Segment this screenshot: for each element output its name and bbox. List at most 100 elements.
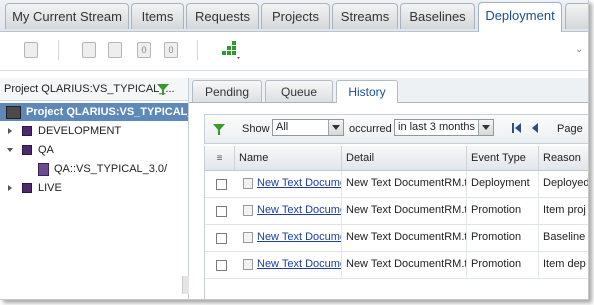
tab-requests[interactable]: Requests xyxy=(186,3,259,29)
select-all-column[interactable]: ≡ xyxy=(205,146,235,170)
tab-overflow[interactable] xyxy=(565,3,588,29)
tree-item-label: LIVE xyxy=(38,182,62,194)
count-icon[interactable]: 0 xyxy=(164,42,178,58)
tree-item-label: Project QLARIUS:VS_TYPICAL_3. xyxy=(26,106,203,118)
tab-history[interactable]: History xyxy=(336,80,398,103)
cell-event-type: Deployment xyxy=(467,171,539,197)
page-label: Page xyxy=(557,123,583,135)
tree-scrollbar[interactable] xyxy=(182,276,189,294)
toolbar: 0 0 ⌄ xyxy=(0,32,588,71)
project-icon xyxy=(6,106,21,119)
tab-streams[interactable]: Streams xyxy=(332,3,398,29)
tab-deployment[interactable]: Deployment xyxy=(478,2,562,32)
cell-reason: Item dep xyxy=(543,258,586,270)
stream-icon xyxy=(22,183,32,193)
tree-item-qa[interactable]: QA xyxy=(0,141,188,159)
tab-projects[interactable]: Projects xyxy=(261,3,330,29)
history-filter-bar: Show All occurred in last 3 months Page xyxy=(204,114,588,144)
tree-item-project[interactable]: Project QLARIUS:VS_TYPICAL_3. xyxy=(0,103,203,121)
document-icon xyxy=(243,232,253,243)
table-header: ≡ Name Detail Event Type Reason xyxy=(205,146,588,171)
cell-reason: Baseline xyxy=(543,231,586,243)
occurred-select[interactable]: in last 3 months xyxy=(394,119,494,136)
expand-icon[interactable] xyxy=(8,128,12,134)
cell-event-type: Promotion xyxy=(467,198,539,224)
cell-detail: New Text DocumentRM.txt;3 xyxy=(342,171,467,197)
occurred-label: occurred xyxy=(349,123,392,135)
tree-item-development[interactable]: DEVELOPMENT xyxy=(0,122,188,140)
column-header-detail[interactable]: Detail xyxy=(342,146,467,170)
stream-icon xyxy=(22,126,32,136)
app-window: My Current Stream Items Requests Project… xyxy=(0,0,589,300)
tree-item-qa-workspace[interactable]: QA::VS_TYPICAL_3.0/ xyxy=(0,160,188,178)
tab-my-current-stream[interactable]: My Current Stream xyxy=(5,3,129,29)
deployment-subtabs: Pending Queue History xyxy=(189,78,588,103)
cell-event-type: Promotion xyxy=(467,225,539,251)
tree-panel-header: Project QLARIUS:VS_TYPICAL_... xyxy=(0,78,188,101)
cell-reason: Deployed xyxy=(543,177,589,189)
item-link[interactable]: New Text Document xyxy=(257,204,341,216)
sort-icon: ≡ xyxy=(216,153,223,164)
occurred-select-value: in last 3 months xyxy=(398,121,476,133)
tree-item-label: DEVELOPMENT xyxy=(38,125,122,137)
toolbar-separator xyxy=(58,40,59,60)
document-icon xyxy=(243,205,253,216)
row-checkbox[interactable] xyxy=(216,206,227,217)
cell-reason: Item proj xyxy=(543,204,586,216)
item-link[interactable]: New Text Document xyxy=(257,258,341,270)
toolbar-separator xyxy=(197,40,198,60)
tab-items[interactable]: Items xyxy=(131,3,184,29)
first-page-icon-arrow[interactable] xyxy=(515,123,521,133)
tree-item-live[interactable]: LIVE xyxy=(0,179,188,197)
history-table: ≡ Name Detail Event Type Reason New Text… xyxy=(204,146,589,299)
table-row[interactable]: New Text Document New Text DocumentRM.tx… xyxy=(205,198,588,225)
expand-icon[interactable] xyxy=(8,185,12,191)
filter-icon[interactable] xyxy=(213,124,225,135)
collapse-icon[interactable] xyxy=(7,148,13,152)
stream-icon xyxy=(22,145,32,155)
stream-tree-panel: Project QLARIUS:VS_TYPICAL_... Project Q… xyxy=(0,78,203,299)
cell-event-type: Promotion xyxy=(467,252,539,278)
tab-pending[interactable]: Pending xyxy=(192,80,262,102)
main-tab-bar: My Current Stream Items Requests Project… xyxy=(0,0,588,32)
promote-icon[interactable] xyxy=(82,42,96,58)
cell-detail: New Text DocumentRM.txt;2 xyxy=(342,225,467,251)
tree-item-label: QA xyxy=(38,144,54,156)
cell-detail: New Text DocumentRM.txt;1 xyxy=(342,252,467,278)
count-icon[interactable]: 0 xyxy=(137,42,151,58)
prev-page-icon[interactable] xyxy=(532,123,538,133)
filter-icon[interactable] xyxy=(157,84,169,95)
stream-tree-icon[interactable] xyxy=(219,40,241,62)
column-header-event-type[interactable]: Event Type xyxy=(467,146,539,170)
row-checkbox[interactable] xyxy=(216,260,227,271)
column-header-name[interactable]: Name xyxy=(235,146,342,170)
tree-panel-title: Project QLARIUS:VS_TYPICAL_... xyxy=(4,83,175,95)
deploy-icon[interactable] xyxy=(24,42,38,58)
chevron-down-icon xyxy=(328,120,343,135)
show-label: Show xyxy=(242,123,270,135)
item-link[interactable]: New Text Document xyxy=(257,177,341,189)
tree-item-label: QA::VS_TYPICAL_3.0/ xyxy=(54,163,168,175)
tab-queue[interactable]: Queue xyxy=(265,80,333,102)
demote-icon[interactable] xyxy=(108,42,122,58)
column-header-reason[interactable]: Reason xyxy=(539,146,588,170)
workspace-icon xyxy=(38,163,49,176)
table-row[interactable]: New Text Document New Text DocumentRM.tx… xyxy=(205,225,588,252)
document-icon xyxy=(243,178,253,189)
cell-name[interactable]: New Text Document xyxy=(253,171,342,197)
table-row[interactable]: New Text Document New Text DocumentRM.tx… xyxy=(205,252,588,279)
chevron-down-icon xyxy=(478,120,493,135)
item-link[interactable]: New Text Document xyxy=(257,231,341,243)
table-row[interactable]: New Text Document New Text DocumentRM.tx… xyxy=(205,171,589,198)
cell-name[interactable]: New Text Document xyxy=(253,252,342,278)
document-icon xyxy=(243,259,253,270)
cell-name[interactable]: New Text Document xyxy=(253,225,342,251)
tab-baselines[interactable]: Baselines xyxy=(400,3,475,29)
row-checkbox[interactable] xyxy=(216,179,227,190)
show-select[interactable]: All xyxy=(272,119,344,136)
row-checkbox[interactable] xyxy=(216,233,227,244)
chevron-down-icon[interactable]: ⌄ xyxy=(575,44,583,55)
first-page-icon[interactable] xyxy=(512,123,514,133)
cell-name[interactable]: New Text Document xyxy=(253,198,342,224)
cell-detail: New Text DocumentRM.txt;3 xyxy=(342,198,467,224)
